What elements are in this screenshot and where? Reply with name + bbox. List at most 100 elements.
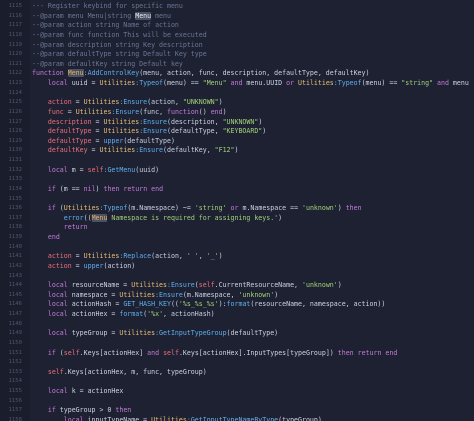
code-line[interactable]: 1146 local actionHash = GET_HASH_KEY(('%… (0, 300, 474, 310)
code-editor[interactable]: 1115 --- Register keybind for specific me… (0, 0, 474, 421)
code-line[interactable]: 1131 (0, 156, 474, 166)
code-token: ) (262, 127, 267, 136)
code-line[interactable]: 1135 (0, 195, 474, 205)
code-token: :Ensure (166, 281, 195, 290)
code-line[interactable]: 1123 local uuid = Utilities:Typeof(menu)… (0, 79, 474, 89)
code-line[interactable]: 1150 (0, 339, 474, 349)
code-line[interactable]: 1138 return (0, 223, 474, 233)
code-line[interactable]: 1145 local namespace = Utilities:Ensure(… (0, 291, 474, 301)
code-line[interactable]: 1117 --@param action string Name of actio… (0, 21, 474, 31)
line-number: 1146 (8, 301, 22, 308)
code-line[interactable]: 1157 if typeGroup > 0 then (0, 406, 474, 416)
code-token: Utilities (119, 329, 156, 338)
code-token: local (32, 387, 72, 395)
line-number: 1142 (8, 262, 22, 269)
code-token: .Keys[actionHex] (79, 348, 148, 357)
line-number: 1124 (8, 89, 22, 96)
code-token: action (32, 98, 72, 107)
code-line[interactable]: 1151 if (self.Keys[actionHex] and self.K… (0, 349, 474, 359)
code-text: defaultType = upper(defaultType) (32, 137, 175, 147)
code-token: .Keys[actionHex, m, func, typeGroup) (63, 367, 207, 376)
code-line[interactable]: 1153 self.Keys[actionHex, m, func, typeG… (0, 368, 474, 378)
code-line[interactable]: 1121 --@param defaultKey string Default k… (0, 60, 474, 70)
code-token: = (91, 127, 104, 136)
code-line[interactable]: 1155 local k = actionHex (0, 387, 474, 397)
code-token: (m == (59, 184, 84, 193)
line-number: 1158 (8, 416, 22, 421)
code-token: self (32, 367, 64, 376)
code-line[interactable]: 1136 if (Utilities:Typeof(m.Namespace) ~… (0, 204, 474, 214)
code-line[interactable]: 1116 --@param menu Menu|string Menu menu (0, 11, 474, 22)
code-token: self (87, 165, 104, 174)
code-line[interactable]: 1154 (0, 377, 474, 387)
code-line[interactable]: 1127 description = Utilities:Ensure(desc… (0, 118, 474, 128)
code-line[interactable]: 1118 --@param func function This will be … (0, 31, 474, 41)
code-token: resourceName = (71, 281, 132, 290)
code-text: local actionHash = GET_HASH_KEY(('%s_%s_… (32, 300, 386, 310)
code-line[interactable]: 1120 --@param defaultType string Default … (0, 50, 474, 60)
code-text: error((Menu Namespace is required for as… (32, 213, 282, 224)
code-token: description (32, 117, 92, 126)
code-token: .Keys[actionHex].InputTypes[typeGroup]) (178, 348, 338, 357)
code-line[interactable]: 1134 if (m == nil) then return end (0, 185, 474, 195)
code-token: "Menu" (202, 79, 227, 87)
code-text: action = Utilities:Ensure(action, "UNKNO… (32, 98, 223, 108)
code-token: end (210, 107, 223, 116)
code-token: defaultType (32, 136, 92, 145)
code-line[interactable]: 1144 local resourceName = Utilities:Ensu… (0, 281, 474, 291)
code-line[interactable]: 1141 action = Utilities:Replace(action, … (0, 252, 474, 262)
code-line[interactable]: 1149 local typeGroup = Utilities:GetInpu… (0, 329, 474, 339)
code-line[interactable]: 1128 defaultType = Utilities:Ensure(defa… (0, 127, 474, 137)
code-line[interactable]: 1142 action = upper(action) (0, 262, 474, 272)
code-token: action (32, 252, 72, 261)
code-line[interactable]: 1140 (0, 243, 474, 253)
code-token: , (198, 252, 207, 261)
code-token: k = actionHex (71, 387, 124, 395)
code-line[interactable]: 1125 action = Utilities:Ensure(action, "… (0, 98, 474, 108)
code-text: local namespace = Utilities:Ensure(m.Nam… (32, 291, 278, 301)
code-token: :GetInputTypeGroup (155, 329, 227, 338)
code-token: --- Register keybind for specific menu (32, 2, 183, 10)
line-number: 1133 (8, 176, 22, 183)
code-token: = (71, 261, 84, 270)
code-text: --@param defaultType string Default Key … (32, 50, 207, 60)
code-line[interactable]: 1129 defaultType = upper(defaultType) (0, 137, 474, 147)
code-token: return (32, 223, 88, 232)
code-line[interactable]: 1126 func = Utilities:Ensure(func, funct… (0, 108, 474, 118)
code-line[interactable]: 1124 (0, 89, 474, 99)
line-number: 1154 (8, 378, 22, 385)
code-token: 'string' (194, 204, 227, 213)
code-token: --@param menu Menu|string (32, 11, 136, 20)
code-line[interactable]: 1147 local actionHex = format('%x', acti… (0, 310, 474, 320)
code-token: (( (83, 213, 92, 222)
code-text: --@param description string Key descript… (32, 41, 203, 51)
code-token: then (345, 204, 362, 213)
code-line[interactable]: 1119 --@param description string Key desc… (0, 41, 474, 51)
line-number: 1134 (8, 185, 22, 192)
code-token: .CurrentResourceName, (214, 281, 302, 290)
code-text: local resourceName = Utilities:Ensure(se… (32, 281, 342, 291)
code-line[interactable]: 1122 function Menu:AddControlKey(menu, ac… (0, 69, 474, 79)
code-line[interactable]: 1139 end (0, 233, 474, 243)
code-line[interactable]: 1137 error((Menu Namespace is required f… (0, 213, 474, 224)
code-line[interactable]: 1130 defaultKey = Utilities:Ensure(defau… (0, 146, 474, 156)
code-line[interactable]: 1152 (0, 358, 474, 368)
code-line[interactable]: 1158 local inputTypeName = Utilities:Get… (0, 416, 474, 421)
code-line[interactable]: 1148 (0, 320, 474, 330)
code-token: '%x' (147, 310, 164, 318)
code-token: nil (83, 184, 96, 193)
code-token: :Replace (119, 252, 152, 261)
code-token: local (32, 415, 88, 421)
code-token: ) (218, 98, 223, 107)
code-token: and (147, 348, 164, 357)
code-line[interactable]: 1156 (0, 397, 474, 407)
code-token: (action) (103, 261, 136, 270)
code-line[interactable]: 1132 local m = self:GetMenu(uuid) (0, 166, 474, 176)
code-line[interactable]: 1143 (0, 272, 474, 282)
code-token: Utilities (75, 107, 112, 116)
code-line[interactable]: 1133 (0, 175, 474, 185)
code-text: action = Utilities:Replace(action, ' ', … (32, 252, 223, 262)
code-token: ): (218, 300, 227, 309)
code-line[interactable]: 1115 --- Register keybind for specific me… (0, 2, 474, 12)
code-text: self.Keys[actionHex, m, func, typeGroup) (32, 368, 207, 378)
